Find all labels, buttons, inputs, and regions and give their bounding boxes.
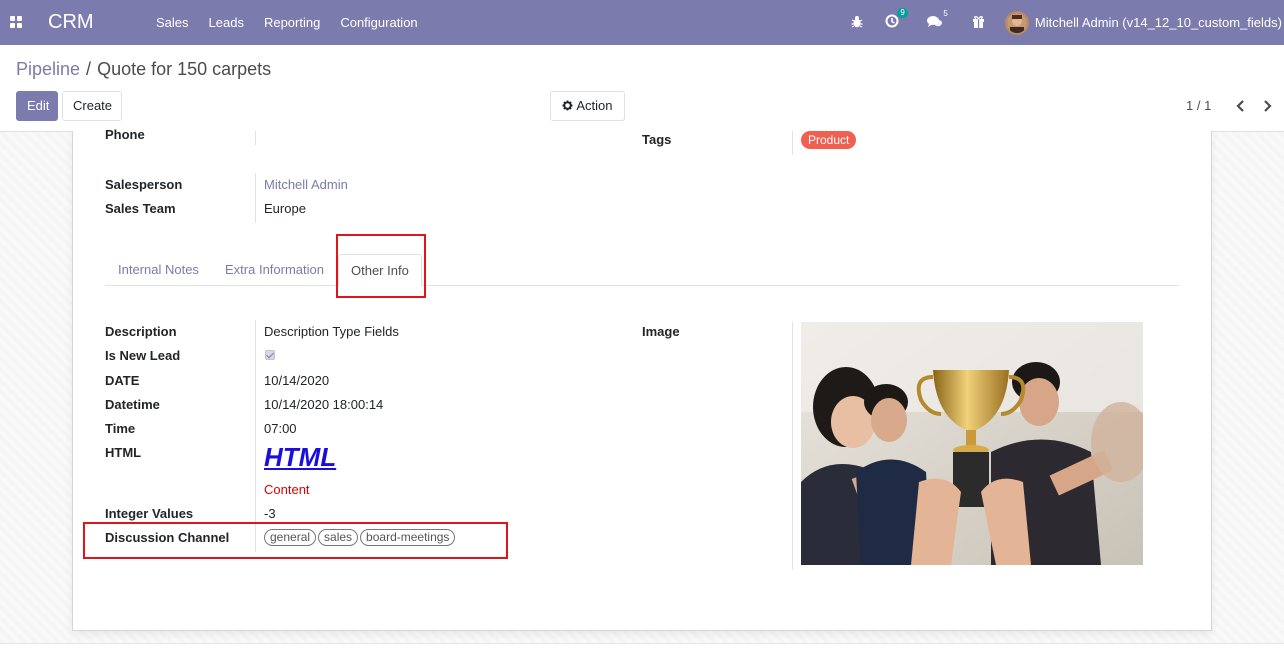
- breadcrumb: Pipeline / Quote for 150 carpets: [16, 59, 271, 80]
- breadcrumb-separator: /: [86, 59, 92, 79]
- breadcrumb-current: Quote for 150 carpets: [97, 59, 272, 79]
- activity-count-badge: 9: [897, 8, 908, 18]
- field-divider: [255, 173, 256, 223]
- tab-internal-notes[interactable]: Internal Notes: [118, 254, 199, 286]
- breadcrumb-pipeline[interactable]: Pipeline: [16, 59, 80, 79]
- integer-values-value[interactable]: -3: [264, 506, 276, 521]
- html-label: HTML: [105, 445, 142, 460]
- menu-item-configuration[interactable]: Configuration: [330, 0, 427, 45]
- top-navbar: CRM Sales Leads Reporting Configuration …: [0, 0, 1284, 45]
- integer-values-label: Integer Values: [105, 506, 194, 521]
- datetime-label: Datetime: [105, 397, 160, 412]
- chatter-area: [0, 643, 1284, 669]
- highlight-box-tab: [336, 234, 426, 298]
- html-heading-link[interactable]: HTML: [264, 442, 336, 473]
- menu-item-reporting[interactable]: Reporting: [254, 0, 330, 45]
- messages-count-badge: 5: [943, 8, 948, 18]
- sales-team-label: Sales Team: [105, 201, 176, 216]
- tags-label: Tags: [642, 132, 672, 147]
- phone-label: Phone: [105, 127, 145, 142]
- description-label: Description: [105, 324, 177, 339]
- is-new-lead-checkbox[interactable]: [265, 350, 275, 360]
- description-value[interactable]: Description Type Fields: [264, 324, 399, 339]
- chevron-right-icon[interactable]: [1262, 96, 1276, 116]
- date-label: DATE: [105, 373, 140, 388]
- field-divider: [792, 322, 793, 570]
- field-divider: [255, 320, 256, 552]
- field-divider: [255, 131, 256, 145]
- sales-team-value[interactable]: Europe: [264, 201, 306, 216]
- is-new-lead-label: Is New Lead: [105, 348, 181, 363]
- action-label: Action: [576, 98, 613, 113]
- action-button[interactable]: Action: [550, 91, 625, 121]
- lead-image[interactable]: [801, 322, 1143, 565]
- gear-icon: [562, 100, 574, 111]
- time-label: Time: [105, 421, 136, 436]
- bug-icon[interactable]: [851, 15, 863, 31]
- tag-product[interactable]: Product: [801, 131, 857, 149]
- field-divider: [792, 131, 793, 155]
- apps-icon[interactable]: [10, 16, 22, 28]
- chat-icon[interactable]: 5: [926, 9, 948, 31]
- image-label: Image: [642, 324, 680, 339]
- user-menu[interactable]: Mitchell Admin (v14_12_10_custom_fields): [1004, 10, 1282, 35]
- salesperson-label: Salesperson: [105, 177, 183, 192]
- highlight-box-discussion: [83, 522, 508, 559]
- avatar: [1004, 10, 1029, 35]
- systray: 9 5 Mitchell Admin (v14_12_10_custom_fie…: [843, 0, 1284, 45]
- time-value[interactable]: 07:00: [264, 421, 297, 436]
- edit-button[interactable]: Edit: [16, 91, 58, 121]
- gift-icon[interactable]: [972, 15, 985, 31]
- app-brand[interactable]: CRM: [48, 11, 94, 34]
- main-menu: Sales Leads Reporting Configuration: [146, 0, 428, 45]
- create-button[interactable]: Create: [62, 91, 122, 121]
- user-name: Mitchell Admin (v14_12_10_custom_fields): [1034, 15, 1282, 30]
- html-content-text: Content: [264, 482, 310, 497]
- date-value[interactable]: 10/14/2020: [264, 373, 329, 388]
- pager-value[interactable]: 1 / 1: [1186, 98, 1211, 113]
- datetime-value[interactable]: 10/14/2020 18:00:14: [264, 397, 383, 412]
- menu-item-sales[interactable]: Sales: [146, 0, 199, 45]
- notebook-tabs: Internal Notes Extra Information Other I…: [105, 254, 1179, 286]
- salesperson-value[interactable]: Mitchell Admin: [264, 177, 348, 192]
- chevron-left-icon[interactable]: [1234, 96, 1248, 116]
- activity-icon[interactable]: 9: [885, 8, 908, 31]
- tab-extra-information[interactable]: Extra Information: [225, 254, 324, 286]
- menu-item-leads[interactable]: Leads: [199, 0, 254, 45]
